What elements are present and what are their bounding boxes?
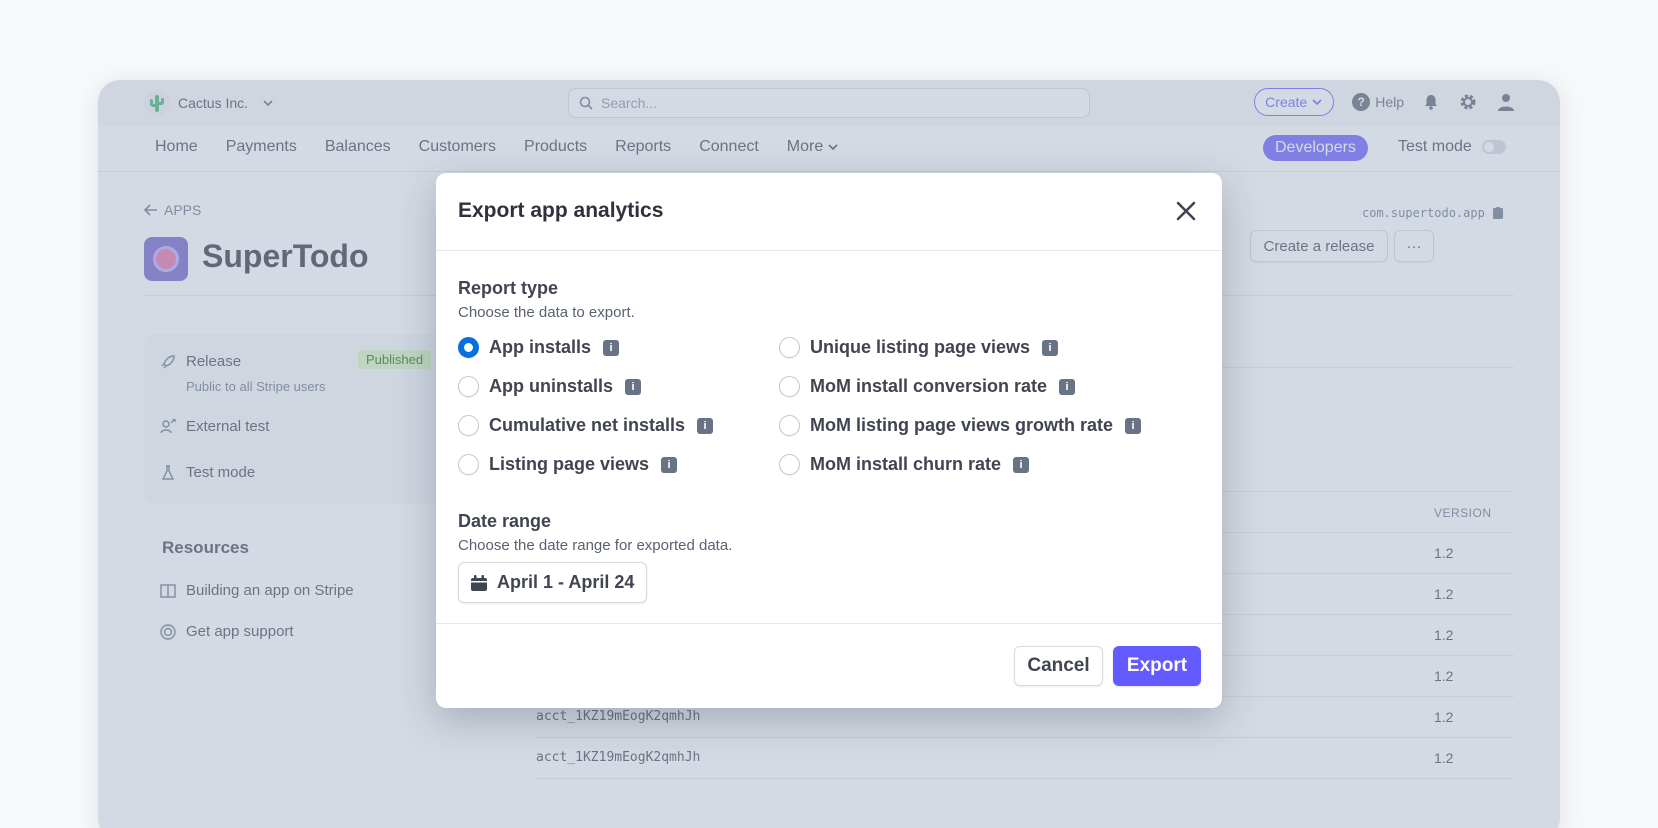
option-cumulative-net-installs[interactable]: Cumulative net installs i — [458, 415, 714, 436]
radio-button[interactable] — [458, 415, 479, 436]
info-icon[interactable]: i — [625, 378, 642, 395]
info-icon[interactable]: i — [697, 417, 714, 434]
calendar-icon — [471, 574, 487, 591]
date-range-value: April 1 - April 24 — [497, 572, 635, 592]
dialog-header: Export app analytics — [436, 173, 1222, 251]
option-label: Listing page views — [489, 454, 650, 474]
report-type-title: Report type — [458, 278, 559, 298]
cancel-button[interactable]: Cancel — [1014, 646, 1103, 686]
dialog-footer-divider — [436, 623, 1222, 624]
option-mom-install-conversion-rate[interactable]: MoM install conversion rate i — [779, 376, 1076, 397]
export-button[interactable]: Export — [1113, 646, 1201, 686]
option-label: App installs — [489, 337, 592, 357]
dialog-title: Export app analytics — [458, 199, 664, 222]
info-icon[interactable]: i — [1042, 339, 1059, 356]
radio-button[interactable] — [779, 376, 800, 397]
date-range-title: Date range — [458, 511, 552, 531]
info-icon[interactable]: i — [1059, 378, 1076, 395]
option-label: App uninstalls — [489, 376, 614, 396]
radio-button[interactable] — [779, 454, 800, 475]
radio-button[interactable] — [458, 454, 479, 475]
close-icon[interactable] — [1172, 197, 1200, 225]
report-type-subtitle: Choose the data to export. — [458, 304, 635, 321]
option-label: Cumulative net installs — [489, 415, 686, 435]
option-mom-listing-page-views-growth-rate[interactable]: MoM listing page views growth rate i — [779, 415, 1142, 436]
info-icon[interactable]: i — [1013, 456, 1030, 473]
radio-button[interactable] — [458, 376, 479, 397]
option-app-installs[interactable]: App installs i — [458, 337, 620, 358]
option-label: MoM listing page views growth rate — [810, 415, 1114, 435]
date-range-picker[interactable]: April 1 - April 24 — [458, 562, 648, 603]
export-dialog: Export app analytics Report type Choose … — [436, 173, 1222, 708]
radio-button[interactable] — [779, 415, 800, 436]
option-listing-page-views[interactable]: Listing page views i — [458, 454, 678, 475]
info-icon[interactable]: i — [661, 456, 678, 473]
radio-button[interactable] — [779, 337, 800, 358]
option-mom-install-churn-rate[interactable]: MoM install churn rate i — [779, 454, 1030, 475]
option-unique-listing-page-views[interactable]: Unique listing page views i — [779, 337, 1059, 358]
radio-button[interactable] — [458, 337, 479, 358]
option-label: Unique listing page views — [810, 337, 1031, 357]
option-label: MoM install conversion rate — [810, 376, 1048, 396]
option-app-uninstalls[interactable]: App uninstalls i — [458, 376, 642, 397]
option-label: MoM install churn rate — [810, 454, 1002, 474]
info-icon[interactable]: i — [603, 339, 620, 356]
date-range-subtitle: Choose the date range for exported data. — [458, 537, 733, 554]
info-icon[interactable]: i — [1125, 417, 1142, 434]
